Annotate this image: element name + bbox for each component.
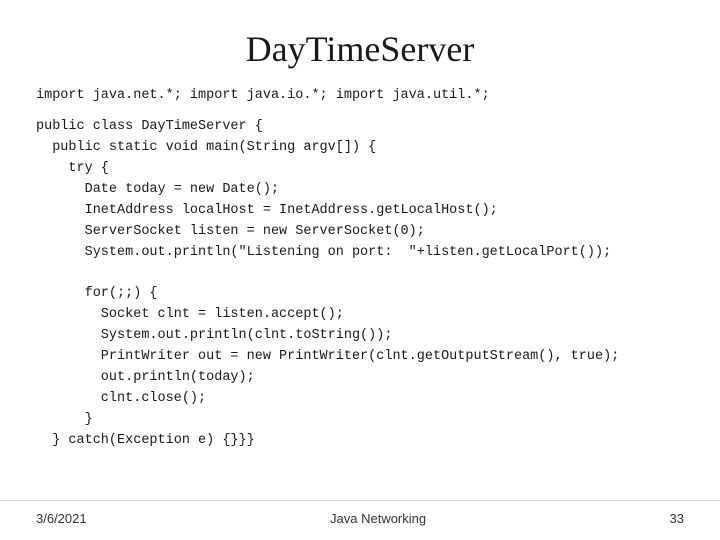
- import-line: import java.net.*; import java.io.*; imp…: [36, 88, 684, 103]
- footer-date: 3/6/2021: [36, 511, 87, 526]
- footer-title: Java Networking: [330, 511, 426, 526]
- slide-footer: 3/6/2021 Java Networking 33: [0, 500, 720, 540]
- code-block: public class DayTimeServer { public stat…: [36, 117, 684, 452]
- slide-title: DayTimeServer: [0, 0, 720, 88]
- slide: DayTimeServer import java.net.*; import …: [0, 0, 720, 540]
- slide-content: import java.net.*; import java.io.*; imp…: [0, 88, 720, 500]
- footer-page: 33: [670, 511, 684, 526]
